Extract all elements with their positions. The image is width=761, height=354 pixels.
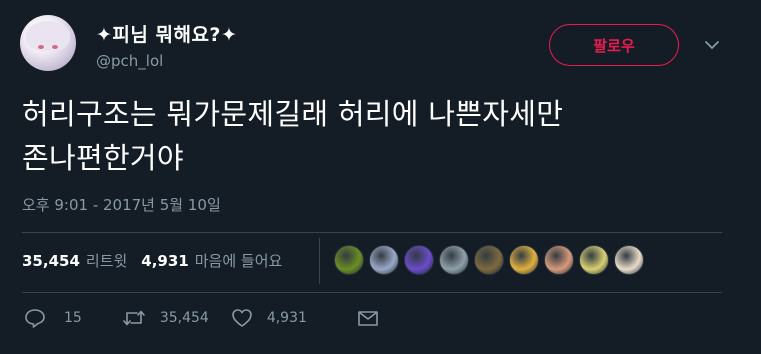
tweet-text: 허리구조는 뭐가문제길래 허리에 나쁜자세만 존나편한거야 [22, 92, 732, 180]
follow-button[interactable]: 팔로우 [549, 24, 679, 66]
retweet-icon[interactable] [122, 309, 146, 327]
liker-avatars [334, 245, 649, 275]
reply-icon[interactable] [24, 308, 46, 328]
reply-action[interactable]: 15 [24, 308, 82, 328]
liker-1-avatar[interactable] [334, 245, 364, 275]
like-stat[interactable]: 4,931 마음에 들어요 [141, 250, 282, 271]
direct-message-action[interactable] [357, 309, 379, 327]
retweets-count: 35,454 [22, 252, 80, 270]
like-count: 4,931 [266, 310, 307, 326]
tweet-text-line-1: 허리구조는 뭐가문제길래 허리에 나쁜자세만 [22, 97, 564, 131]
avatar-hair [26, 21, 70, 51]
avatar-eye-left [38, 45, 44, 49]
author-avatar[interactable] [20, 15, 76, 71]
tweet-stats: 35,454 리트윗 4,931 마음에 들어요 [22, 250, 282, 271]
chevron-down-icon[interactable] [702, 38, 722, 52]
reply-count: 15 [64, 310, 82, 326]
retweet-count: 35,454 [159, 310, 209, 326]
liker-5-avatar[interactable] [474, 245, 504, 275]
liker-7-avatar[interactable] [544, 245, 574, 275]
divider-top [22, 232, 722, 233]
tweet-text-line-2: 존나편한거야 [22, 141, 184, 175]
liker-3-avatar[interactable] [404, 245, 434, 275]
retweet-action[interactable]: 35,454 [122, 309, 209, 327]
liker-4-avatar[interactable] [439, 245, 469, 275]
like-action[interactable]: 4,931 [231, 308, 307, 328]
stats-separator [319, 238, 320, 284]
tweet-actions: 15 35,454 4,931 [24, 308, 379, 328]
retweet-stat[interactable]: 35,454 리트윗 [22, 250, 127, 271]
avatar-eye-right [52, 45, 58, 49]
liker-8-avatar[interactable] [579, 245, 609, 275]
tweet-timestamp[interactable]: 오후 9:01 - 2017년 5월 10일 [22, 194, 221, 215]
author-handle[interactable]: @pch_lol [96, 52, 163, 70]
retweets-label: 리트윗 [85, 252, 128, 270]
author-display-name[interactable]: ✦피님 뭐해요?✦ [96, 20, 237, 47]
liker-9-avatar[interactable] [614, 245, 644, 275]
liker-6-avatar[interactable] [509, 245, 539, 275]
likes-count: 4,931 [141, 252, 189, 270]
envelope-icon[interactable] [357, 309, 379, 327]
liker-2-avatar[interactable] [369, 245, 399, 275]
divider-bottom [22, 292, 722, 293]
likes-label: 마음에 들어요 [194, 252, 283, 270]
heart-icon[interactable] [231, 308, 253, 328]
